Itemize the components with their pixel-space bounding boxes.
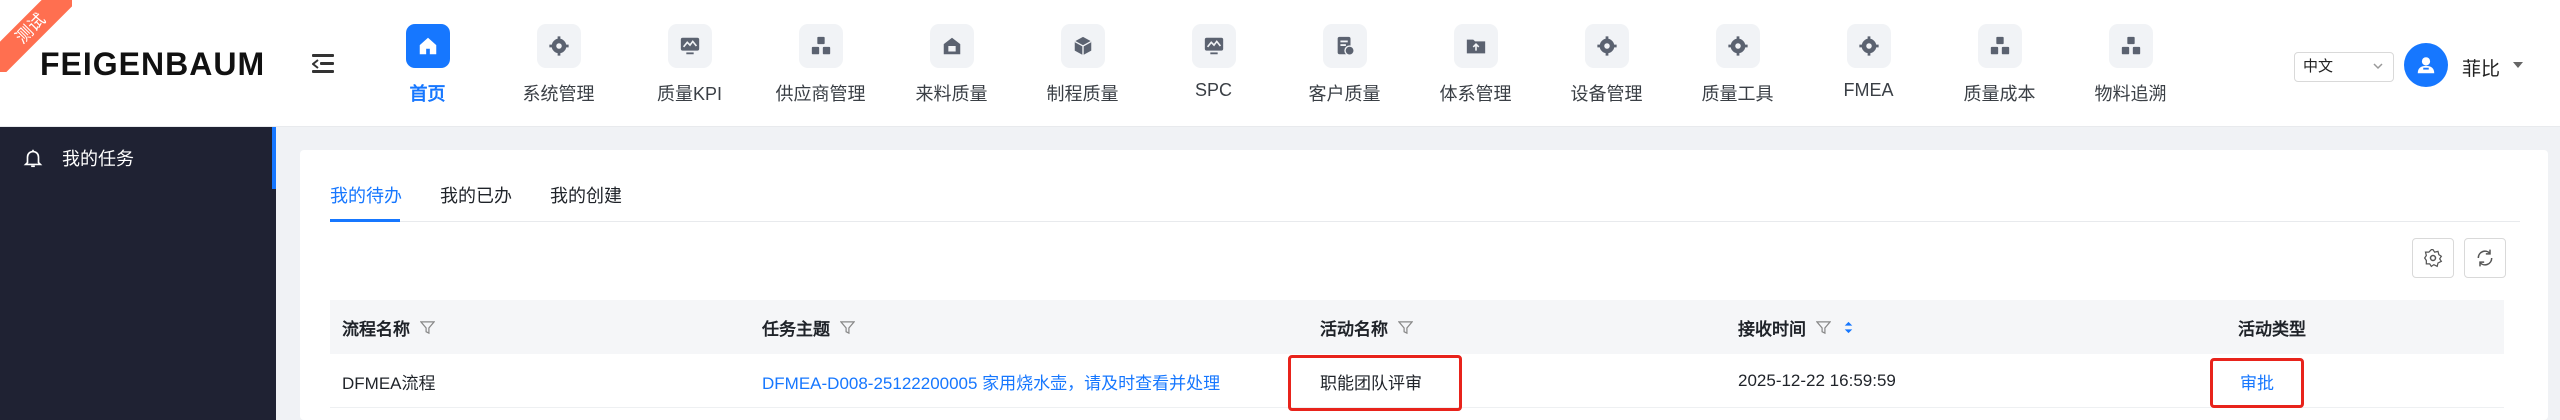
document-clock-icon [1322, 24, 1367, 68]
folder-up-icon [1453, 24, 1498, 68]
gear-icon [1715, 24, 1760, 68]
nav-item-system-mgmt[interactable]: 体系管理 [1410, 0, 1541, 126]
column-header-type: 活动类型 [2238, 319, 2306, 339]
cell-received-time: 2025-12-22 16:59:59 [1738, 371, 1896, 390]
approve-link[interactable]: 审批 [2240, 354, 2274, 408]
nav-item-equipment[interactable]: 设备管理 [1541, 0, 1672, 126]
nav-label: SPC [1194, 80, 1232, 100]
column-header-process: 流程名称 [342, 300, 435, 354]
tab-my-created[interactable]: 我的创建 [550, 182, 622, 208]
table-header: 流程名称 任务主题 活动名称 接收时间 活动类型 [330, 300, 2504, 354]
inbox-box-icon [929, 24, 974, 68]
cell-process: DFMEA流程 [342, 373, 436, 393]
user-name[interactable]: 菲比 [2462, 54, 2500, 81]
nav-label: 制程质量 [1046, 84, 1119, 104]
filter-icon[interactable] [840, 320, 855, 335]
task-subject-link[interactable]: DFMEA-D008-25122200005 家用烧水壶，请及时查看并处理 [762, 354, 1220, 408]
table-row[interactable]: DFMEA流程 DFMEA-D008-25122200005 家用烧水壶，请及时… [330, 354, 2504, 408]
nav-item-home[interactable]: 首页 [362, 0, 493, 126]
bell-icon [23, 149, 43, 168]
column-header-subject: 任务主题 [762, 300, 855, 354]
refresh-button[interactable] [2464, 238, 2506, 278]
cell-activity: 职能团队评审 [1320, 373, 1422, 393]
sidebar-item-my-tasks[interactable]: 我的任务 [0, 127, 276, 189]
main-nav: 首页 系统管理 质量KPI 供应商管理 来料质量 制程质量 SPC 客户质量 体… [362, 0, 2196, 126]
settings-button[interactable] [2412, 238, 2454, 278]
cubes-icon [2108, 24, 2153, 68]
gear-icon [2423, 249, 2443, 268]
nav-label: 系统管理 [522, 84, 595, 104]
sort-icon[interactable] [1841, 320, 1856, 335]
nav-label: 首页 [409, 84, 446, 104]
filter-icon[interactable] [1398, 320, 1413, 335]
nav-item-spc[interactable]: SPC [1148, 0, 1279, 126]
column-header-activity: 活动名称 [1320, 300, 1413, 354]
home-icon [405, 24, 450, 68]
nav-label: FMEA [1843, 80, 1894, 100]
nav-item-quality-tools[interactable]: 质量工具 [1672, 0, 1803, 126]
chevron-down-icon [2373, 63, 2383, 70]
tab-my-todo[interactable]: 我的待办 [330, 182, 402, 208]
task-tabs: 我的待办 我的已办 我的创建 [330, 150, 2520, 222]
task-table: 流程名称 任务主题 活动名称 接收时间 活动类型 DFMEA流程 DFMEA-D… [330, 300, 2504, 411]
nav-item-incoming[interactable]: 来料质量 [886, 0, 1017, 126]
active-indicator [272, 127, 276, 189]
user-avatar[interactable] [2404, 43, 2448, 87]
gear-icon [536, 24, 581, 68]
nav-label: 客户质量 [1308, 84, 1381, 104]
user-icon [2417, 57, 2435, 74]
nav-label: 质量KPI [656, 84, 722, 104]
nav-label: 来料质量 [915, 84, 988, 104]
filter-icon[interactable] [1816, 320, 1831, 335]
tab-active-indicator [330, 219, 400, 222]
monitor-chart-icon [1191, 24, 1236, 68]
nav-label: 质量成本 [1963, 84, 2036, 104]
nav-item-traceability[interactable]: 物料追溯 [2065, 0, 2196, 126]
nav-item-supplier[interactable]: 供应商管理 [755, 0, 886, 126]
nav-label: 质量工具 [1701, 84, 1774, 104]
monitor-chart-icon [667, 24, 712, 68]
nav-item-quality-cost[interactable]: 质量成本 [1934, 0, 2065, 126]
nav-label: 设备管理 [1570, 84, 1643, 104]
top-header: 测试 FEIGENBAUM 首页 系统管理 质量KPI 供应商管理 来料质量 制… [0, 0, 2560, 127]
tab-my-done[interactable]: 我的已办 [440, 182, 512, 208]
nav-item-fmea[interactable]: FMEA [1803, 0, 1934, 126]
nav-item-process[interactable]: 制程质量 [1017, 0, 1148, 126]
language-value: 中文 [2303, 58, 2334, 75]
nav-label: 体系管理 [1439, 84, 1512, 104]
filter-icon[interactable] [420, 320, 435, 335]
nav-item-system[interactable]: 系统管理 [493, 0, 624, 126]
nav-item-customer[interactable]: 客户质量 [1279, 0, 1410, 126]
task-panel: 我的待办 我的已办 我的创建 流程名称 任务主题 活动名称 接收时间 活动类型 … [300, 150, 2548, 420]
cubes-icon [1977, 24, 2022, 68]
gear-icon [1846, 24, 1891, 68]
sidebar-item-label: 我的任务 [62, 149, 134, 169]
refresh-icon [2477, 249, 2493, 267]
nav-label: 物料追溯 [2094, 84, 2167, 104]
box-icon [1060, 24, 1105, 68]
cubes-icon [798, 24, 843, 68]
brand-logo[interactable]: FEIGENBAUM [40, 46, 265, 83]
sidebar: 我的任务 [0, 127, 276, 420]
gear-icon [1584, 24, 1629, 68]
menu-toggle-icon[interactable] [312, 52, 338, 76]
nav-label: 供应商管理 [775, 84, 866, 104]
column-header-received: 接收时间 [1738, 300, 1856, 354]
caret-down-icon[interactable] [2512, 60, 2524, 70]
language-select[interactable]: 中文 [2294, 52, 2394, 82]
nav-item-quality-kpi[interactable]: 质量KPI [624, 0, 755, 126]
